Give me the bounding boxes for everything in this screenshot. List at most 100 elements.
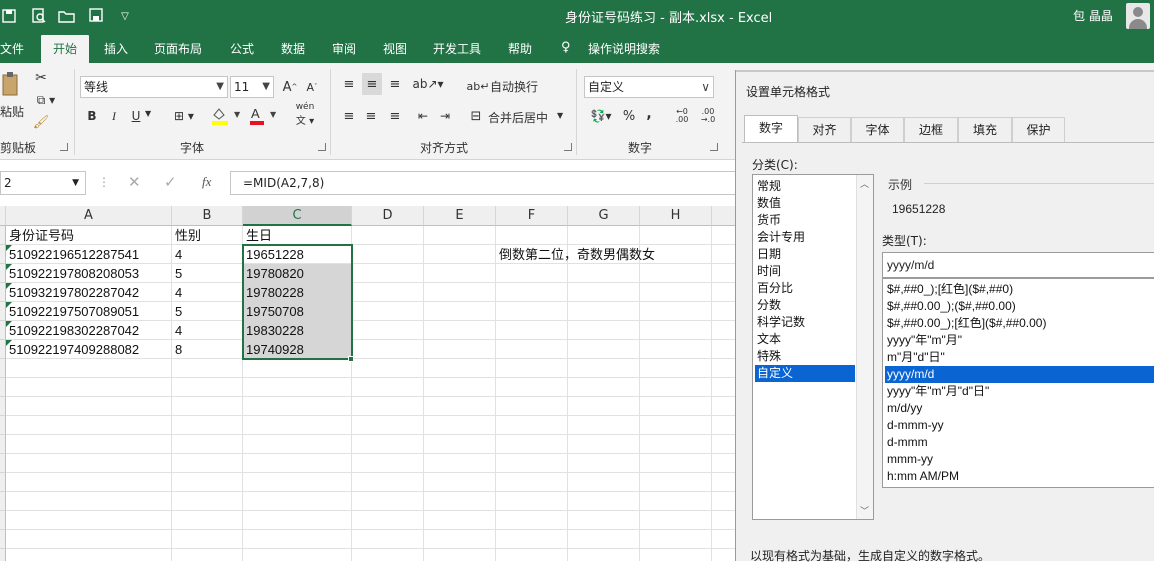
merge-center-button[interactable]: 合并后居中	[488, 109, 548, 126]
tab-insert[interactable]: 插入	[104, 40, 128, 57]
column-header-g[interactable]: G	[568, 206, 640, 226]
font-color-icon[interactable]: A ▼	[248, 105, 282, 125]
bold-button[interactable]: B	[84, 107, 100, 125]
column-header-e[interactable]: E	[424, 206, 496, 226]
alignment-launcher-icon[interactable]	[564, 143, 572, 151]
tab-file[interactable]: 文件	[0, 40, 24, 57]
user-name[interactable]: 包 晶晶	[1073, 7, 1113, 24]
category-item[interactable]: 分数	[755, 297, 855, 314]
increase-indent-icon[interactable]: ⇥	[436, 107, 454, 125]
format-item[interactable]: $#,##0_);[红色]($#,##0)	[885, 281, 1154, 298]
number-format-select[interactable]: 自定义 ∨	[584, 76, 714, 98]
category-item[interactable]: 科学记数	[755, 314, 855, 331]
name-box[interactable]: 2 ▼	[0, 171, 86, 195]
tab-page-layout[interactable]: 页面布局	[154, 40, 202, 57]
tab-font[interactable]: 字体	[851, 117, 904, 142]
cell-id[interactable]: 510922197808208053	[6, 264, 139, 283]
font-launcher-icon[interactable]	[318, 143, 326, 151]
worksheet-grid[interactable]: A B C D E F G H 身份证号码 性别 生日 510922196512…	[0, 206, 736, 561]
fill-handle[interactable]	[348, 356, 354, 362]
cell-id[interactable]: 510922196512287541	[6, 245, 139, 264]
tab-border[interactable]: 边框	[904, 117, 958, 142]
comma-style-button[interactable]: ,	[644, 105, 654, 123]
type-input[interactable]: yyyy/m/d	[882, 252, 1154, 278]
phonetic-guide-button[interactable]: wén 文 ▾	[290, 102, 320, 127]
align-top-icon[interactable]: ≡	[340, 75, 358, 93]
cell-id[interactable]: 510922197409288082	[6, 340, 139, 359]
insert-function-button[interactable]: fx	[202, 174, 211, 190]
decrease-indent-icon[interactable]: ⇤	[414, 107, 432, 125]
wrap-text-button[interactable]: 自动换行	[490, 78, 538, 95]
tab-protection[interactable]: 保护	[1012, 117, 1065, 142]
customize-toolbar-icon[interactable]: ▽	[116, 7, 134, 25]
format-item[interactable]: yyyy"年"m"月"	[885, 332, 1154, 349]
borders-icon[interactable]: ⊞ ▾	[170, 107, 198, 125]
tell-me-search[interactable]: 操作说明搜索	[588, 40, 660, 57]
merge-center-icon[interactable]: ⊟	[468, 107, 484, 125]
merge-dropdown-icon[interactable]: ▼	[557, 111, 563, 120]
lightbulb-icon[interactable]: ♀	[561, 40, 571, 55]
cell-gender[interactable]: 4	[172, 283, 182, 302]
open-folder-icon[interactable]	[58, 7, 76, 25]
category-item[interactable]: 时间	[755, 263, 855, 280]
column-header-f[interactable]: F	[496, 206, 568, 226]
cancel-icon[interactable]: ✕	[128, 173, 141, 191]
formula-input[interactable]: =MID(A2,7,8)	[230, 171, 740, 195]
format-item[interactable]: $#,##0.00_);[红色]($#,##0.00)	[885, 315, 1154, 332]
format-item[interactable]: mmm-yy	[885, 451, 1154, 468]
shrink-font-icon[interactable]: Aˇ	[304, 78, 320, 96]
category-item[interactable]: 特殊	[755, 348, 855, 365]
format-item[interactable]: h:mm AM/PM	[885, 468, 1154, 485]
format-painter-icon[interactable]: 🖌	[32, 113, 50, 131]
column-header-h[interactable]: H	[640, 206, 712, 226]
category-item[interactable]: 日期	[755, 246, 855, 263]
category-scrollbar[interactable]: ︿ ﹀	[856, 175, 873, 519]
tab-data[interactable]: 数据	[281, 40, 305, 57]
scroll-up-icon[interactable]: ︿	[860, 177, 869, 190]
format-list[interactable]: $#,##0_);[红色]($#,##0) $#,##0.00_);($#,##…	[882, 278, 1154, 488]
column-header-b[interactable]: B	[172, 206, 243, 226]
cell-note[interactable]: 倒数第二位，奇数男偶数女	[496, 245, 655, 264]
format-item[interactable]: d-mmm-yy	[885, 417, 1154, 434]
increase-decimal-icon[interactable]: ←0.00	[672, 107, 692, 125]
scroll-down-icon[interactable]: ﹀	[860, 504, 869, 517]
align-left-icon[interactable]: ≡	[340, 107, 358, 125]
tab-developer[interactable]: 开发工具	[433, 40, 481, 57]
category-item[interactable]: 百分比	[755, 280, 855, 297]
category-list[interactable]: 常规 数值 货币 会计专用 日期 时间 百分比 分数 科学记数 文本 特殊 自定…	[752, 174, 874, 520]
number-launcher-icon[interactable]	[710, 143, 718, 151]
format-item[interactable]: m/d/yy	[885, 400, 1154, 417]
align-middle-icon[interactable]: ≡	[362, 73, 382, 95]
cell-id[interactable]: 510932197802287042	[6, 283, 139, 302]
underline-dropdown-icon[interactable]: ▼	[145, 109, 151, 118]
enter-icon[interactable]: ✓	[164, 173, 177, 191]
category-item[interactable]: 文本	[755, 331, 855, 348]
format-item[interactable]: m"月"d"日"	[885, 349, 1154, 366]
align-right-icon[interactable]: ≡	[386, 107, 404, 125]
align-bottom-icon[interactable]: ≡	[386, 75, 404, 93]
category-item[interactable]: 会计专用	[755, 229, 855, 246]
decrease-decimal-icon[interactable]: .00 →.0	[698, 107, 718, 125]
save-icon[interactable]	[0, 7, 18, 25]
underline-button[interactable]: U	[128, 107, 144, 125]
format-item-selected[interactable]: yyyy/m/d	[885, 366, 1154, 383]
font-name-select[interactable]: 等线 ▼	[80, 76, 228, 98]
column-header-d[interactable]: D	[352, 206, 424, 226]
cell-gender[interactable]: 4	[172, 245, 182, 264]
column-header-c[interactable]: C	[243, 206, 352, 226]
format-item[interactable]: yyyy"年"m"月"d"日"	[885, 383, 1154, 400]
fill-color-icon[interactable]: ▼	[210, 105, 244, 125]
clipboard-launcher-icon[interactable]	[60, 143, 68, 151]
tab-help[interactable]: 帮助	[508, 40, 532, 57]
print-preview-icon[interactable]	[30, 7, 48, 25]
tab-home[interactable]: 开始	[41, 35, 89, 63]
cell-gender[interactable]: 4	[172, 321, 182, 340]
percent-button[interactable]: %	[621, 107, 637, 125]
cell-id[interactable]: 510922198302287042	[6, 321, 139, 340]
tab-review[interactable]: 审阅	[332, 40, 356, 57]
tab-view[interactable]: 视图	[383, 40, 407, 57]
paste-button[interactable]: 粘贴	[0, 103, 24, 120]
grow-font-icon[interactable]: A ^	[282, 78, 298, 96]
format-item[interactable]: d-mmm	[885, 434, 1154, 451]
tab-formulas[interactable]: 公式	[230, 40, 254, 57]
